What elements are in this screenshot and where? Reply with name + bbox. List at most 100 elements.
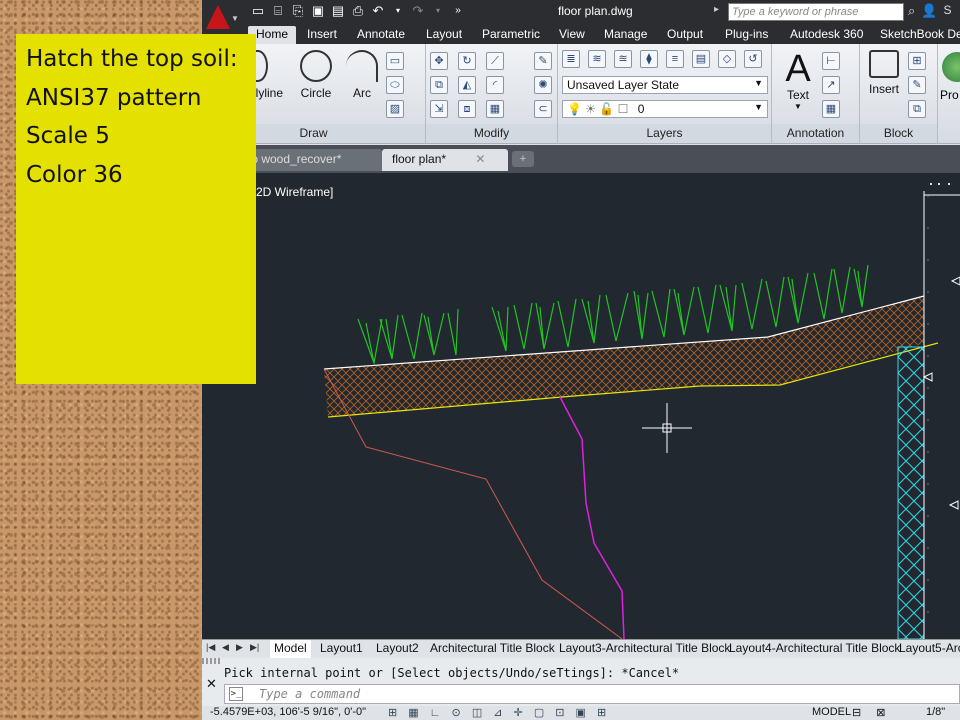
document-title: floor plan.dwg	[558, 4, 633, 18]
fillet-icon[interactable]: ◜	[486, 76, 504, 94]
copy-icon[interactable]: ⧉	[430, 76, 448, 94]
layout-tab-layout4[interactable]: Layout4-Architectural Title Block	[725, 640, 904, 658]
search-expand-icon[interactable]: ▸	[714, 4, 719, 15]
next-layout-icon[interactable]: ▶	[236, 642, 243, 653]
new-tab-icon[interactable]: +	[512, 151, 534, 167]
create-block-icon[interactable]: ⊞	[908, 52, 926, 70]
layer-previous-icon[interactable]: ↺	[744, 50, 762, 68]
annotation-scale[interactable]: 1/8"	[926, 706, 945, 718]
tab-sketchbook[interactable]: SketchBook De	[872, 26, 960, 44]
viewport-visual-style-label[interactable]: 2D Wireframe]	[256, 185, 333, 199]
undo-icon[interactable]: ↶	[370, 3, 386, 19]
tab-plugins[interactable]: Plug-ins	[717, 26, 776, 44]
undo-dropdown-icon[interactable]: ▾	[390, 3, 406, 19]
autocad-window: ▭ ⌸ ⎘ ▣ ▤ ⎙ ↶ ▾ ↷ ▾ » floor plan.dwg ▸ T…	[202, 0, 960, 720]
redo-dropdown-icon[interactable]: ▾	[430, 3, 446, 19]
doc-tab-floor-plan[interactable]: floor plan* ✕	[382, 149, 508, 171]
layer-lock-icon[interactable]: ▤	[692, 50, 710, 68]
dimension-icon[interactable]: ⊢	[822, 52, 840, 70]
annotation-panel-title[interactable]: Annotation	[772, 124, 859, 142]
tab-layout[interactable]: Layout	[418, 26, 470, 44]
new-file-icon[interactable]: ▭	[250, 3, 266, 19]
leader-icon[interactable]: ↗	[822, 76, 840, 94]
tab-autodesk-360[interactable]: Autodesk 360	[782, 26, 871, 44]
edit-block-icon[interactable]: ✎	[908, 76, 926, 94]
tab-output[interactable]: Output	[659, 26, 711, 44]
layer-dropdown[interactable]: 💡 ☀ 🔓 ☐ 0 ▼	[562, 100, 768, 118]
layer-walk-icon[interactable]: ⧫	[640, 50, 658, 68]
save-icon[interactable]: ▣	[310, 3, 326, 19]
move-icon[interactable]: ✥	[430, 52, 448, 70]
scale-icon[interactable]: ⧈	[458, 100, 476, 118]
arc-tool[interactable]: Arc	[338, 50, 386, 100]
layout-tab-architectural-title-block[interactable]: Architectural Title Block	[426, 640, 559, 658]
layout-tab-bar: |◀ ◀ ▶ ▶| Model Layout1 Layout2 Architec…	[202, 639, 960, 658]
close-icon[interactable]: ✕	[475, 152, 485, 166]
block-panel-title[interactable]: Block	[860, 124, 937, 142]
circle-tool[interactable]: Circle	[292, 50, 340, 100]
text-tool[interactable]: A Text ▼	[774, 50, 822, 111]
last-layout-icon[interactable]: ▶|	[250, 642, 259, 653]
tab-annotate[interactable]: Annotate	[349, 26, 413, 44]
magenta-line[interactable]	[559, 396, 625, 639]
redo-icon[interactable]: ↷	[410, 3, 426, 19]
insert-tool[interactable]: Insert	[860, 50, 908, 96]
tab-parametric[interactable]: Parametric	[474, 26, 548, 44]
print-icon[interactable]: ⎙	[350, 3, 366, 19]
layout-tab-model[interactable]: Model	[270, 640, 311, 658]
title-bar: ▭ ⌸ ⎘ ▣ ▤ ⎙ ↶ ▾ ↷ ▾ » floor plan.dwg ▸ T…	[202, 0, 960, 24]
first-layout-icon[interactable]: |◀	[206, 642, 215, 653]
autocad-logo-icon	[206, 5, 230, 29]
coordinate-readout[interactable]: -5.4579E+03, 106'-5 9/16", 0'-0"	[210, 706, 366, 718]
command-prompt-icon[interactable]: >_	[229, 687, 243, 701]
chevron-down-icon: ▼	[794, 102, 802, 111]
modify-panel-title[interactable]: Modify	[426, 124, 557, 142]
array-icon[interactable]: ▦	[486, 100, 504, 118]
ellipse-icon[interactable]: ⬭	[386, 76, 404, 94]
stretch-icon[interactable]: ⇲	[430, 100, 448, 118]
user-sign-in-icon[interactable]: 👤	[921, 3, 937, 19]
binoculars-icon[interactable]: ⌕	[908, 3, 915, 19]
tab-insert[interactable]: Insert	[299, 26, 345, 44]
prev-layout-icon[interactable]: ◀	[222, 642, 229, 653]
grip-handle[interactable]	[202, 658, 220, 664]
layout-tab-layout5[interactable]: Layout5-Arch	[895, 640, 960, 658]
layer-properties-icon[interactable]: ≣	[562, 50, 580, 68]
mirror-icon[interactable]: ◭	[458, 76, 476, 94]
save-as-icon[interactable]: ▤	[330, 3, 346, 19]
command-input[interactable]: >_ Type a command	[224, 684, 960, 704]
layout-tab-layout3[interactable]: Layout3-Architectural Title Block	[555, 640, 734, 658]
close-icon[interactable]: ✕	[206, 676, 217, 692]
layer-match-icon[interactable]: ◇	[718, 50, 736, 68]
tab-manage[interactable]: Manage	[596, 26, 655, 44]
layer-isolate-icon[interactable]: ≋	[588, 50, 606, 68]
attribute-icon[interactable]: ⧉	[908, 100, 926, 118]
table-icon[interactable]: ▦	[822, 100, 840, 118]
drafting-toggle-icons[interactable]: ⊞ ▦ ∟ ⊙ ◫ ⊿ ✛ ▢ ⊡ ▣ ⊞	[388, 706, 610, 719]
erase-icon[interactable]: ✎	[534, 52, 552, 70]
open-folder-icon[interactable]: ⌸	[270, 3, 286, 19]
model-space-label[interactable]: MODEL	[812, 706, 851, 718]
layer-freeze-icon[interactable]: ≡	[666, 50, 684, 68]
trim-icon[interactable]: ⟋	[486, 52, 504, 70]
layout-tab-layout1[interactable]: Layout1	[316, 640, 367, 658]
search-input[interactable]: Type a keyword or phrase	[728, 3, 904, 21]
tab-view[interactable]: View	[551, 26, 593, 44]
rotate-icon[interactable]: ↻	[458, 52, 476, 70]
layers-panel-title[interactable]: Layers	[558, 124, 771, 142]
layout-tab-layout2[interactable]: Layout2	[372, 640, 423, 658]
chevron-down-icon: ▼	[754, 102, 763, 112]
open-sheetset-icon[interactable]: ⎘	[290, 3, 306, 19]
layer-off-icon[interactable]: ≊	[614, 50, 632, 68]
more-tools-icon[interactable]: »	[450, 3, 466, 19]
sign-in-label[interactable]: S	[943, 3, 951, 19]
offset-icon[interactable]: ⊂	[534, 100, 552, 118]
drawing-canvas[interactable]: 2D Wireframe]	[202, 173, 960, 639]
layer-state-dropdown[interactable]: Unsaved Layer State ▼	[562, 76, 768, 94]
viewport-tools-icons[interactable]: ⊟ ⊠	[852, 706, 892, 719]
lattice-column[interactable]	[897, 346, 925, 639]
explode-icon[interactable]: ✺	[534, 76, 552, 94]
hatch-icon[interactable]: ▨	[386, 100, 404, 118]
properties-globe-icon[interactable]	[942, 52, 960, 82]
rectangle-icon[interactable]: ▭	[386, 52, 404, 70]
